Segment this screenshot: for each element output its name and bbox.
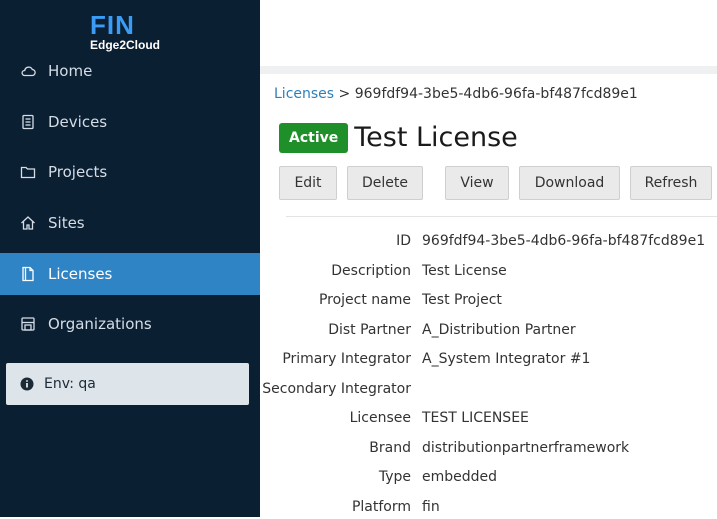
- info-icon: [20, 377, 34, 391]
- view-button[interactable]: View: [445, 166, 509, 200]
- license-detail-panel: Licenses > 969fdf94-3be5-4db6-96fa-bf487…: [262, 74, 717, 519]
- divider: [286, 216, 717, 217]
- sidebar-item-sites[interactable]: Sites: [0, 202, 260, 244]
- detail-row-project-name: Project name Test Project: [268, 292, 717, 312]
- sidebar-item-label: Organizations: [48, 315, 152, 334]
- detail-label: Project name: [318, 292, 411, 308]
- env-label: Env: qa: [44, 376, 96, 392]
- detail-label: Primary Integrator: [282, 351, 411, 367]
- detail-row-brand: Brand distributionpartnerframework: [268, 440, 717, 460]
- cloud-icon: [20, 63, 36, 79]
- sidebar-nav: Home Devices Projects Sites Licenses Org…: [0, 50, 260, 354]
- logo[interactable]: FIN Edge2Cloud: [90, 12, 180, 52]
- breadcrumb: Licenses > 969fdf94-3be5-4db6-96fa-bf487…: [274, 86, 638, 102]
- sidebar: FIN Edge2Cloud Home Devices Projects Sit…: [0, 0, 260, 517]
- organization-icon: [20, 316, 36, 332]
- logo-title: FIN: [90, 10, 135, 40]
- breadcrumb-current: 969fdf94-3be5-4db6-96fa-bf487fcd89e1: [354, 86, 638, 102]
- sidebar-item-devices[interactable]: Devices: [0, 101, 260, 143]
- detail-row-id: ID 969fdf94-3be5-4db6-96fa-bf487fcd89e1: [268, 233, 717, 253]
- detail-value: Test License: [422, 262, 507, 279]
- breadcrumb-separator: >: [338, 86, 351, 102]
- sidebar-item-label: Home: [48, 62, 93, 80]
- detail-row-dist-partner: Dist Partner A_Distribution Partner: [268, 322, 717, 342]
- sidebar-item-label: Projects: [48, 163, 108, 182]
- title-row: Active Test License: [279, 122, 518, 153]
- detail-row-description: Description Test License: [268, 263, 717, 283]
- detail-label: Brand: [369, 439, 411, 456]
- detail-value: embedded: [422, 469, 498, 485]
- folder-icon: [20, 164, 36, 180]
- sidebar-item-label: Sites: [48, 214, 85, 233]
- sidebar-item-licenses[interactable]: Licenses: [0, 252, 260, 295]
- detail-value: distributionpartnerframework: [422, 439, 630, 456]
- sidebar-item-organizations[interactable]: Organizations: [0, 303, 260, 345]
- content-top-band: [260, 66, 717, 74]
- home-icon: [20, 215, 36, 231]
- device-icon: [20, 114, 36, 130]
- detail-value: Test Project: [422, 292, 502, 308]
- detail-value: 969fdf94-3be5-4db6-96fa-bf487fcd89e1: [422, 233, 706, 249]
- refresh-button[interactable]: Refresh: [630, 166, 712, 200]
- page-title: Test License: [354, 122, 518, 153]
- detail-row-platform: Platform fin: [268, 499, 717, 519]
- detail-row-secondary-integrator: Secondary Integrator: [262, 381, 717, 401]
- detail-row-licensee: Licensee TEST LICENSEE: [268, 410, 717, 430]
- detail-label: Type: [378, 469, 411, 485]
- detail-value: A_Distribution Partner: [422, 321, 576, 338]
- edit-button[interactable]: Edit: [279, 166, 337, 200]
- env-indicator: Env: qa: [6, 363, 249, 405]
- breadcrumb-licenses-link[interactable]: Licenses: [274, 86, 334, 102]
- detail-value: fin: [422, 498, 440, 515]
- detail-label: Description: [331, 262, 411, 279]
- detail-label: ID: [396, 233, 411, 249]
- detail-label: Secondary Integrator: [262, 380, 411, 397]
- sidebar-item-label: Devices: [48, 112, 108, 131]
- detail-value: A_System Integrator #1: [422, 351, 591, 367]
- license-icon: [20, 266, 36, 282]
- sidebar-item-projects[interactable]: Projects: [0, 151, 260, 193]
- status-badge: Active: [279, 122, 349, 153]
- detail-label: Dist Partner: [328, 321, 411, 338]
- detail-row-type: Type embedded: [268, 469, 717, 489]
- detail-label: Licensee: [349, 410, 411, 426]
- sidebar-item-home[interactable]: Home: [0, 50, 260, 92]
- detail-value: TEST LICENSEE: [422, 410, 529, 426]
- download-button[interactable]: Download: [519, 166, 620, 200]
- sidebar-item-label: Licenses: [48, 264, 113, 283]
- detail-row-primary-integrator: Primary Integrator A_System Integrator #…: [268, 351, 717, 371]
- delete-button[interactable]: Delete: [347, 166, 423, 200]
- detail-label: Platform: [351, 498, 411, 515]
